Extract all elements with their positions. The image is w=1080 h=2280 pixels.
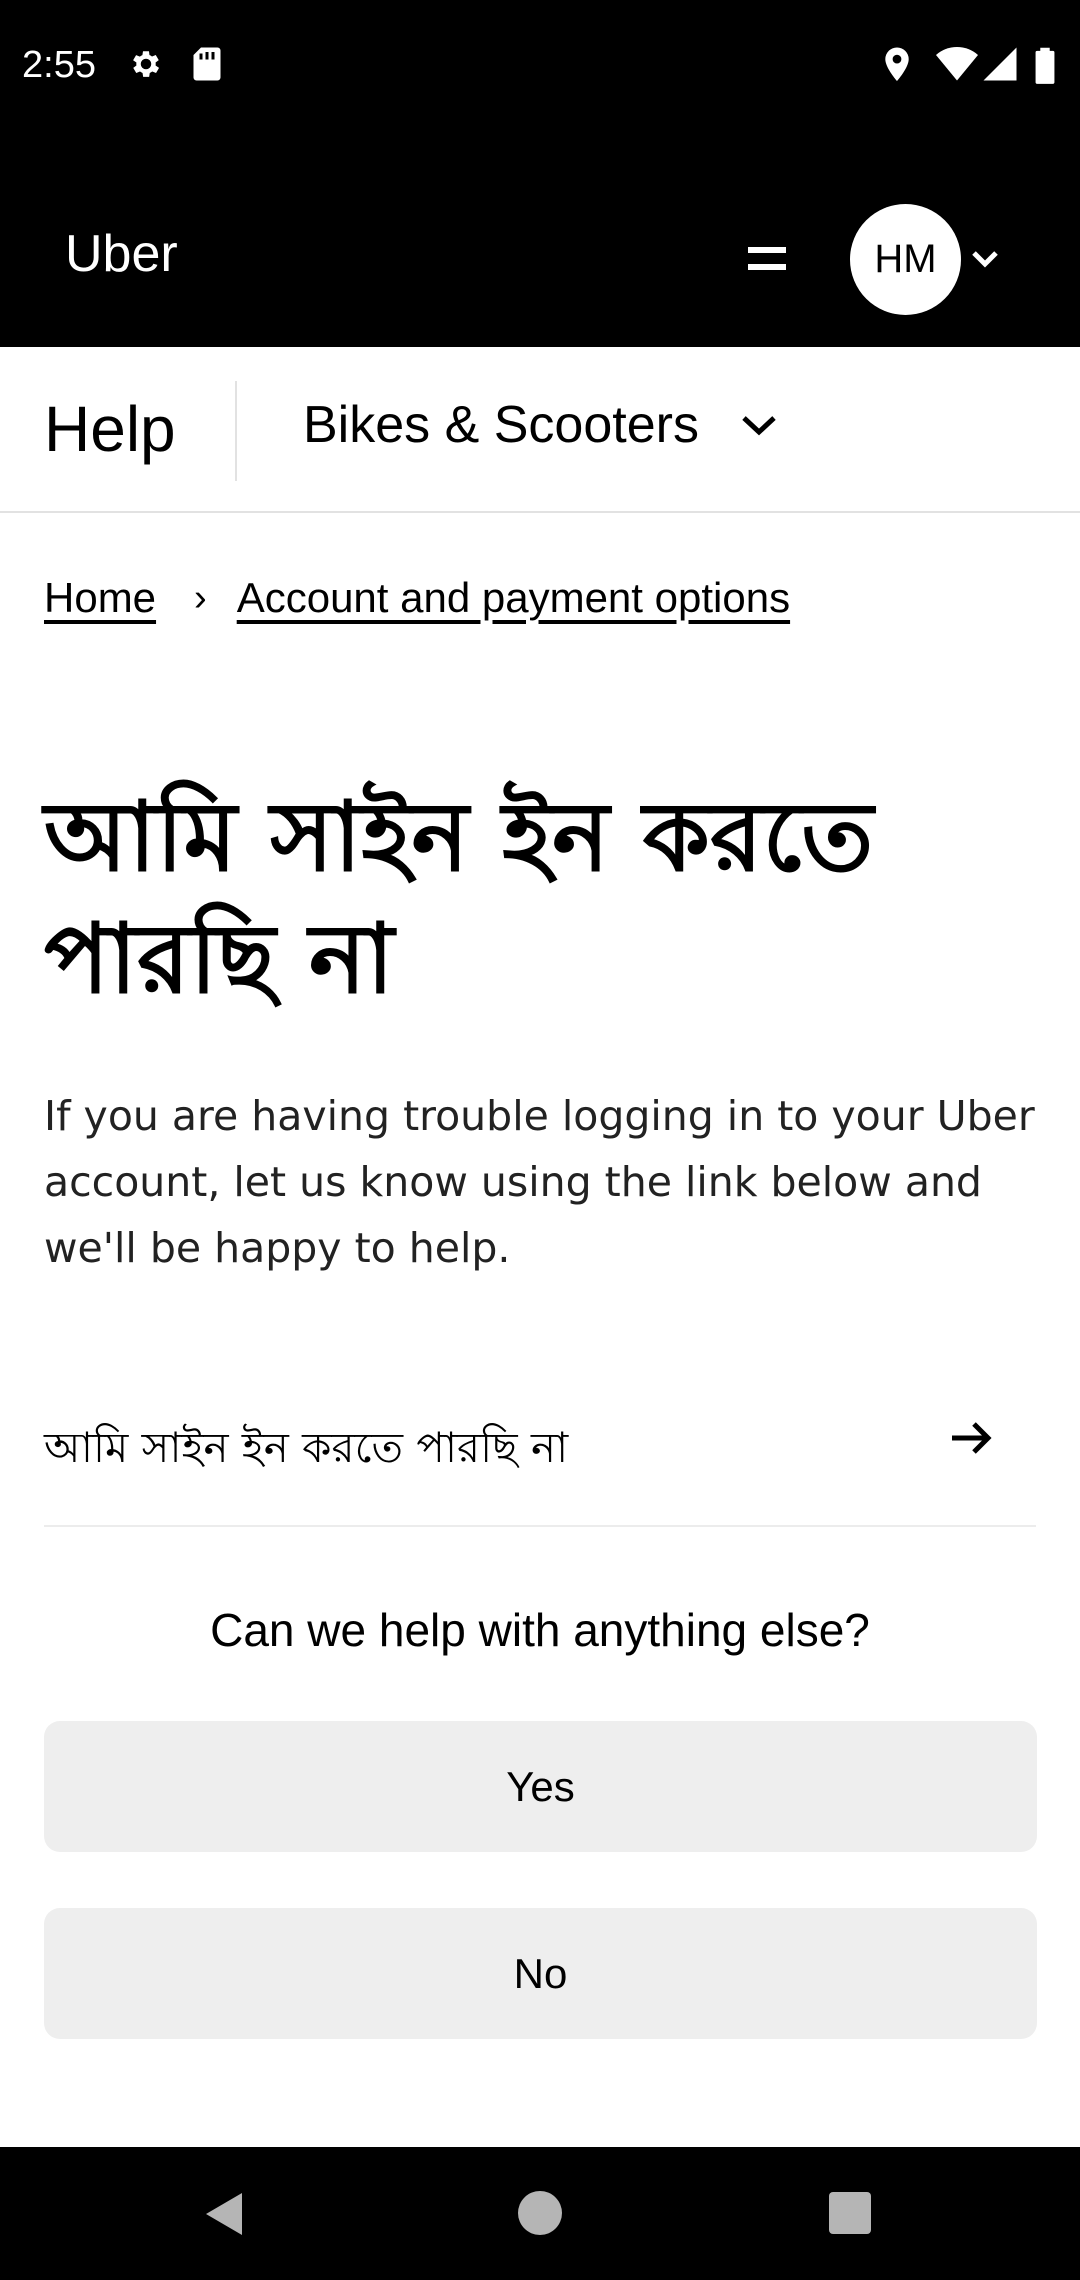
avatar[interactable]: HM <box>850 204 961 315</box>
app-header: Uber HM <box>0 136 1080 347</box>
gear-icon <box>128 46 164 86</box>
back-icon[interactable] <box>204 2191 246 2241</box>
uber-logo[interactable]: Uber <box>65 228 178 280</box>
home-icon[interactable] <box>518 2191 562 2235</box>
breadcrumb-account-payment-link[interactable]: Account and payment options <box>237 574 790 622</box>
arrow-right-icon <box>948 1415 994 1461</box>
breadcrumb-separator: › <box>194 576 207 619</box>
help-bar: Help Bikes & Scooters <box>0 347 1080 513</box>
category-label: Bikes & Scooters <box>303 396 699 454</box>
recents-icon[interactable] <box>829 2192 871 2234</box>
sd-card-icon <box>192 46 222 86</box>
breadcrumb-home-link[interactable]: Home <box>44 574 156 622</box>
followup-question: Can we help with anything else? <box>210 1604 870 1656</box>
breadcrumb: Home › Account and payment options <box>44 574 790 622</box>
hamburger-menu-icon[interactable] <box>744 242 790 276</box>
no-button[interactable]: No <box>44 1908 1037 2039</box>
location-icon <box>882 46 912 88</box>
status-time: 2:55 <box>22 44 96 86</box>
page-title: আমি সাইন ইন করতে পারছি না <box>44 781 874 1015</box>
status-bar: 2:55 <box>0 0 1080 136</box>
category-select[interactable]: Bikes & Scooters <box>303 399 779 451</box>
signal-icon <box>982 46 1018 86</box>
chevron-down-icon[interactable] <box>970 246 1000 272</box>
article-description: If you are having trouble logging in to … <box>44 1092 1035 1272</box>
sign-in-issue-link-label: আমি সাইন ইন করতে পারছি না <box>44 1423 569 1472</box>
battery-icon <box>1034 46 1056 88</box>
chevron-down-icon <box>739 410 779 440</box>
help-divider <box>235 381 237 481</box>
sign-in-issue-link[interactable]: আমি সাইন ইন করতে পারছি না <box>44 1375 1036 1527</box>
wifi-icon <box>936 46 978 86</box>
help-title[interactable]: Help <box>44 397 176 461</box>
system-nav-bar <box>0 2147 1080 2280</box>
yes-button[interactable]: Yes <box>44 1721 1037 1852</box>
